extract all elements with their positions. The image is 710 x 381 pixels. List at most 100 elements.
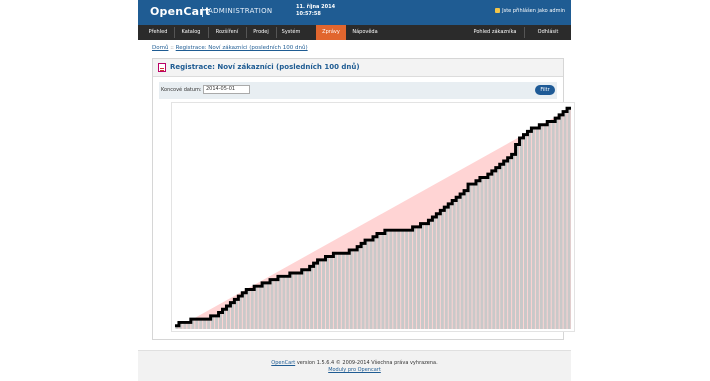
chart-bar <box>464 190 468 330</box>
chart-bar <box>460 193 464 330</box>
chart-bar <box>250 289 254 330</box>
chart-bar <box>302 269 306 330</box>
header-bar: OpenCart ADMINISTRATION 11. října 2014 1… <box>138 0 571 25</box>
chart-bar <box>428 220 432 330</box>
chart-bar <box>539 124 543 330</box>
trend-area <box>174 108 572 330</box>
chart-bar <box>290 273 294 330</box>
chart-bar <box>405 230 409 330</box>
chart-bar <box>329 256 333 330</box>
chart-bar <box>488 174 492 330</box>
chart-bar <box>420 223 425 330</box>
chart-bar <box>413 226 417 330</box>
chart-bar <box>555 118 559 330</box>
chart-bar <box>563 111 567 330</box>
menu-item-prodej[interactable]: Prodej <box>248 25 274 40</box>
menu-item-storefront[interactable]: Pohled zákazníka <box>470 25 520 40</box>
footer-opencart-link[interactable]: OpenCart <box>271 360 295 366</box>
menu-item-system[interactable]: Systém <box>278 25 304 40</box>
chart-bar <box>325 256 329 330</box>
chart-bar <box>242 292 246 330</box>
chart-bar <box>436 213 440 330</box>
menu-item-logout[interactable]: Odhlásit <box>528 25 568 40</box>
breadcrumb-current[interactable]: Registrace: Noví zákazníci (posledních 1… <box>176 45 308 51</box>
chart-bar <box>500 164 504 330</box>
menu-item-rozsireni[interactable]: Rozšíření <box>210 25 244 40</box>
footer: OpenCart version 1.5.6.4 © 2009-2014 Vše… <box>138 350 571 381</box>
report-icon <box>158 63 166 72</box>
current-date: 11. října 2014 <box>296 4 336 10</box>
login-text: Jste přihlášen jako admin <box>502 8 565 14</box>
menu-item-katalog[interactable]: Katalog <box>176 25 206 40</box>
brand-subtitle: ADMINISTRATION <box>208 7 273 15</box>
logo-divider <box>202 7 203 17</box>
chart-bar <box>452 200 456 330</box>
chart-bar <box>527 131 531 330</box>
chart-bar <box>258 286 262 330</box>
chart-bar <box>472 184 476 330</box>
chart-bar <box>282 276 286 330</box>
filter-button[interactable]: Filtr <box>535 85 555 95</box>
chart-bar <box>262 282 266 330</box>
chart-bar <box>238 296 242 330</box>
menu-separator <box>246 27 247 38</box>
chart-bar <box>476 180 480 330</box>
menu-item-prehled[interactable]: Přehled <box>144 25 172 40</box>
chart-bar <box>337 253 341 330</box>
footer-modules-link[interactable]: Moduly pro Opencart <box>138 367 571 373</box>
chart-bar <box>424 223 428 330</box>
chart-bar <box>496 167 500 330</box>
chart-bar <box>246 289 250 330</box>
chart-bar <box>278 276 282 330</box>
current-time: 10:57:58 <box>296 10 321 17</box>
chart-bar <box>492 170 496 330</box>
chart-bar <box>298 273 302 330</box>
login-status: Jste přihlášen jako admin <box>495 8 565 14</box>
chart-bar <box>516 144 520 330</box>
chart-bar <box>393 230 397 330</box>
chart-bar <box>444 207 448 330</box>
chart-bar <box>468 184 472 330</box>
chart-bar <box>314 263 318 330</box>
panel-header: Registrace: Noví zákazníci (posledních 1… <box>153 59 563 77</box>
chart-bar <box>543 124 547 330</box>
chart-bar <box>547 121 551 330</box>
chart-bar <box>401 230 405 330</box>
chart-bar <box>385 230 389 330</box>
chart-bar <box>369 240 373 330</box>
footer-copyright: OpenCart version 1.5.6.4 © 2009-2014 Vše… <box>138 360 571 366</box>
chart-bar <box>567 108 571 330</box>
breadcrumb-separator: :: <box>170 45 174 51</box>
chart-bar <box>508 157 512 330</box>
chart-bar <box>333 253 337 330</box>
panel-title: Registrace: Noví zákazníci (posledních 1… <box>170 63 360 71</box>
chart-bar <box>353 249 357 330</box>
end-date-input[interactable] <box>203 85 250 94</box>
chart-bar <box>321 259 326 330</box>
menu-separator <box>174 27 175 38</box>
chart-bar <box>266 282 270 330</box>
chart-bar <box>377 233 381 330</box>
chart-bar <box>559 114 563 330</box>
chart-bar <box>345 253 349 330</box>
menu-separator <box>208 27 209 38</box>
chart-bar <box>448 203 452 330</box>
menu-item-zpravy[interactable]: Zprávy <box>316 25 346 40</box>
chart-bar <box>274 279 278 330</box>
menu-item-napoveda[interactable]: Nápověda <box>350 25 380 40</box>
chart-bar <box>456 197 460 330</box>
footer-version-text: version 1.5.6.4 © 2009-2014 Všechna práv… <box>296 360 438 366</box>
chart-bar <box>357 246 361 330</box>
chart-bar <box>341 253 345 330</box>
chart-bar <box>440 210 444 330</box>
lock-icon <box>495 8 501 13</box>
chart-bar <box>373 236 377 330</box>
chart-bar <box>306 269 310 330</box>
chart-bar <box>432 217 436 330</box>
menu-separator <box>524 27 525 38</box>
breadcrumb-home[interactable]: Domů <box>152 45 168 51</box>
datetime: 11. října 2014 10:57:58 <box>296 4 335 17</box>
chart-bar <box>349 249 353 330</box>
chart-bar <box>294 273 298 330</box>
filter-bar: Koncové datum: Filtr <box>159 82 557 99</box>
